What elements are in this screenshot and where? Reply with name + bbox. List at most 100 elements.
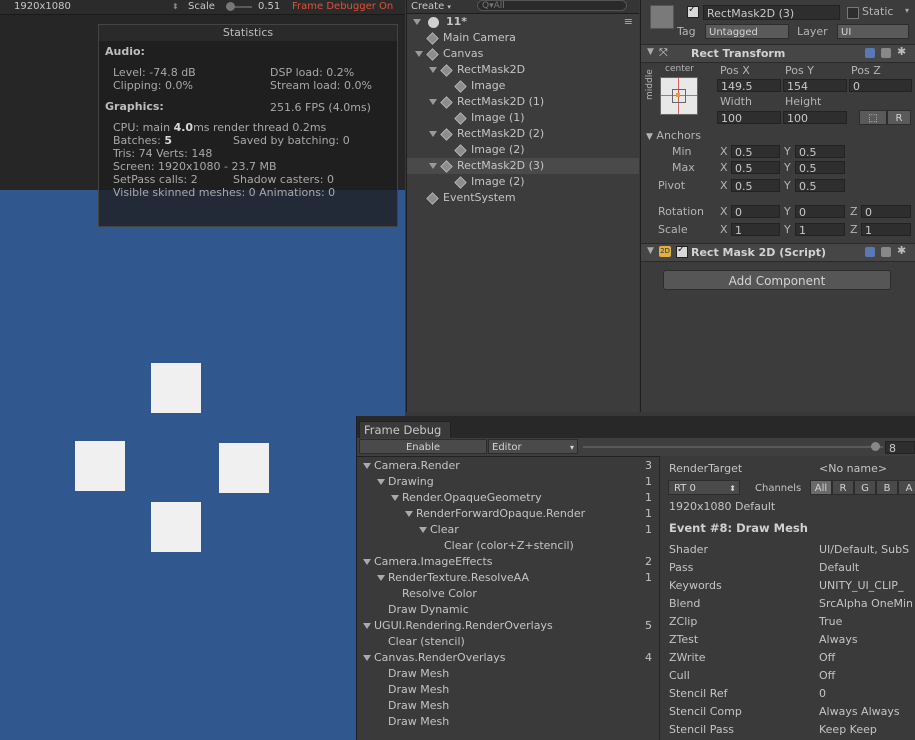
add-component-button[interactable]: Add Component: [663, 270, 891, 290]
expand-arrow-icon[interactable]: [413, 19, 421, 25]
frame-event-row[interactable]: Draw Mesh: [357, 714, 657, 730]
scale-z-field[interactable]: 1: [861, 223, 911, 237]
width-field[interactable]: 100: [717, 111, 781, 125]
component-enabled-checkbox[interactable]: [676, 244, 688, 258]
inspector-panel[interactable]: RectMask2D (3) Static ▾ Tag Untagged Lay…: [640, 0, 915, 412]
expand-arrow-icon[interactable]: [377, 575, 385, 581]
frame-event-row[interactable]: RenderTexture.ResolveAA 1: [357, 570, 657, 586]
frame-event-row[interactable]: Draw Mesh: [357, 666, 657, 682]
pos-y-field[interactable]: 154: [783, 79, 847, 93]
event-slider-handle[interactable]: [871, 442, 880, 451]
expand-arrow-icon[interactable]: [429, 163, 437, 169]
static-dropdown-arrow-icon[interactable]: ▾: [905, 6, 909, 15]
channel-button[interactable]: All: [810, 480, 832, 495]
expand-arrow-icon[interactable]: [429, 67, 437, 73]
frame-event-row[interactable]: Draw Mesh: [357, 682, 657, 698]
frame-event-row[interactable]: RenderForwardOpaque.Render 1: [357, 506, 657, 522]
active-checkbox[interactable]: [687, 4, 699, 18]
hierarchy-item[interactable]: Main Camera: [407, 30, 639, 46]
hierarchy-search-input[interactable]: Q▾All: [477, 0, 627, 11]
rotation-z-field[interactable]: 0: [861, 205, 911, 219]
scale-y-field[interactable]: 1: [795, 223, 845, 237]
expand-arrow-icon[interactable]: [391, 495, 399, 501]
scene-row[interactable]: 11* ≡: [407, 14, 639, 30]
static-checkbox[interactable]: [847, 7, 859, 19]
frame-event-row[interactable]: Render.OpaqueGeometry 1: [357, 490, 657, 506]
rotation-y-field[interactable]: 0: [795, 205, 845, 219]
anchor-min-x-field[interactable]: 0.5: [731, 145, 780, 159]
rotation-x-field[interactable]: 0: [731, 205, 780, 219]
channel-button[interactable]: G: [854, 480, 876, 495]
collapse-arrow-icon[interactable]: ▼: [647, 47, 654, 57]
channel-button[interactable]: B: [876, 480, 898, 495]
rt-dropdown[interactable]: RT 0 ⬍: [668, 480, 740, 495]
height-field[interactable]: 100: [783, 111, 847, 125]
anchor-max-y-field[interactable]: 0.5: [795, 161, 845, 175]
scale-slider-handle[interactable]: [226, 2, 235, 11]
blueprint-mode-button[interactable]: ⬚: [859, 110, 887, 125]
hierarchy-item[interactable]: RectMask2D (1): [407, 94, 639, 110]
preset-icon[interactable]: [881, 48, 891, 58]
scale-x-field[interactable]: 1: [731, 223, 780, 237]
expand-arrow-icon[interactable]: [415, 51, 423, 57]
frame-event-row[interactable]: Camera.Render 3: [357, 458, 657, 474]
expand-arrow-icon[interactable]: [377, 479, 385, 485]
tag-dropdown[interactable]: Untagged: [705, 24, 789, 39]
anchor-max-x-field[interactable]: 0.5: [731, 161, 780, 175]
expand-arrow-icon[interactable]: [419, 527, 427, 533]
hierarchy-item[interactable]: Image (1): [407, 110, 639, 126]
frame-event-row[interactable]: Canvas.RenderOverlays 4: [357, 650, 657, 666]
frame-event-row[interactable]: Clear (stencil): [357, 634, 657, 650]
editor-dropdown[interactable]: Editor ▾: [488, 439, 578, 454]
expand-arrow-icon[interactable]: [363, 655, 371, 661]
frame-event-row[interactable]: Camera.ImageEffects 2: [357, 554, 657, 570]
frame-event-row[interactable]: UGUI.Rendering.RenderOverlays 5: [357, 618, 657, 634]
expand-arrow-icon[interactable]: [405, 511, 413, 517]
hierarchy-item[interactable]: RectMask2D (2): [407, 126, 639, 142]
frame-event-row[interactable]: Resolve Color: [357, 586, 657, 602]
anchor-preset-button[interactable]: [660, 77, 698, 115]
help-icon[interactable]: [865, 247, 875, 257]
hierarchy-item[interactable]: RectMask2D (3): [407, 158, 639, 174]
frame-event-row[interactable]: Draw Mesh: [357, 698, 657, 714]
event-slider-track[interactable]: [583, 446, 883, 448]
help-icon[interactable]: [865, 48, 875, 58]
rect-transform-header[interactable]: ▼ ⤧ Rect Transform ✱: [641, 44, 915, 63]
object-name-field[interactable]: RectMask2D (3): [703, 5, 840, 20]
gear-icon[interactable]: ✱: [897, 45, 906, 58]
pivot-x-field[interactable]: 0.5: [731, 179, 780, 193]
frame-event-row[interactable]: Draw Dynamic: [357, 602, 657, 618]
expand-arrow-icon[interactable]: [429, 99, 437, 105]
hierarchy-item[interactable]: RectMask2D: [407, 62, 639, 78]
hierarchy-item[interactable]: Image (2): [407, 174, 639, 190]
anchors-foldout[interactable]: ▼ Anchors: [646, 129, 701, 142]
hierarchy-panel[interactable]: Create ▾ Q▾All 11* ≡ Main Camera Canvas Re…: [406, 0, 639, 412]
expand-arrow-icon[interactable]: [363, 623, 371, 629]
enable-button[interactable]: Enable: [359, 439, 487, 454]
raw-edit-button[interactable]: R: [887, 110, 911, 125]
preset-icon[interactable]: [881, 247, 891, 257]
anchor-min-y-field[interactable]: 0.5: [795, 145, 845, 159]
frame-event-row[interactable]: Clear (color+Z+stencil): [357, 538, 657, 554]
event-number-field[interactable]: 8: [885, 441, 915, 455]
hierarchy-item[interactable]: EventSystem: [407, 190, 639, 206]
pivot-y-field[interactable]: 0.5: [795, 179, 845, 193]
rect-mask-header[interactable]: ▼ 2D Rect Mask 2D (Script) ✱: [641, 243, 915, 262]
frame-debugger-window[interactable]: Frame Debug Enable Editor ▾ 8 Camera.Rend…: [356, 416, 915, 740]
game-view[interactable]: 1920x1080 ⬍ Scale 0.51 Frame Debugger On…: [0, 0, 405, 740]
frame-event-row[interactable]: Clear 1: [357, 522, 657, 538]
collapse-arrow-icon[interactable]: ▼: [647, 246, 654, 256]
channel-button[interactable]: R: [832, 480, 854, 495]
channel-button[interactable]: A: [898, 480, 915, 495]
layer-dropdown[interactable]: UI: [837, 24, 909, 39]
expand-arrow-icon[interactable]: [429, 131, 437, 137]
frame-event-row[interactable]: Drawing 1: [357, 474, 657, 490]
hierarchy-item[interactable]: Canvas: [407, 46, 639, 62]
frame-debug-tab[interactable]: Frame Debug: [359, 421, 451, 438]
expand-arrow-icon[interactable]: [363, 559, 371, 565]
pos-z-field[interactable]: 0: [849, 79, 912, 93]
gear-icon[interactable]: ✱: [897, 244, 906, 257]
hierarchy-item[interactable]: Image (2): [407, 142, 639, 158]
pos-x-field[interactable]: 149.5: [717, 79, 781, 93]
expand-arrow-icon[interactable]: [363, 463, 371, 469]
